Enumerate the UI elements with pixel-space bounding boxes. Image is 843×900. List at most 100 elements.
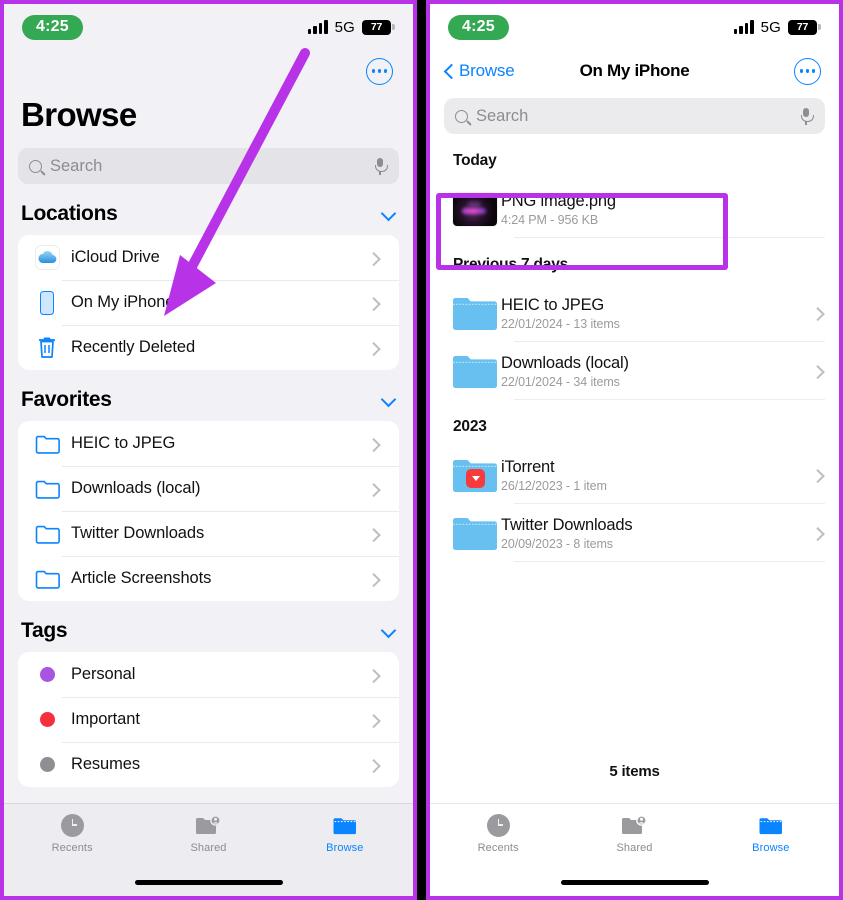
file-row-itorrent[interactable]: iTorrent 26/12/2023 - 1 item [430, 446, 839, 504]
chevron-right-icon [367, 296, 383, 310]
chevron-right-icon [367, 713, 383, 727]
sidebar-item-personal[interactable]: Personal [18, 652, 399, 697]
file-meta: 4:24 PM - 956 KB [501, 212, 599, 227]
tab-label: Shared [190, 842, 227, 854]
sidebar-item-recently-deleted[interactable]: Recently Deleted [18, 325, 399, 370]
folder-icon [32, 479, 62, 499]
left-phone-screen: 4:25 5G 77 Browse Search Locations iClou… [0, 0, 417, 900]
sidebar-item-important[interactable]: Important [18, 697, 399, 742]
left-scroll-area[interactable]: Locations iCloud Drive On My iPhone Rece… [4, 184, 413, 787]
chevron-down-icon[interactable] [382, 208, 395, 221]
tab-browse[interactable]: Browse [277, 812, 413, 854]
section-header-locations[interactable]: Locations [4, 184, 413, 235]
tab-bar-right: Recents Shared Browse [430, 803, 839, 896]
tags-list: Personal Important Resumes [18, 652, 399, 787]
folder-icon [32, 569, 62, 589]
status-indicators: 5G 77 [308, 19, 395, 36]
tab-browse[interactable]: Browse [703, 812, 839, 854]
chevron-right-icon [811, 468, 827, 482]
folder-icon [453, 516, 499, 550]
tab-recents[interactable]: Recents [430, 812, 566, 854]
file-meta: 20/09/2023 - 8 items [501, 536, 613, 551]
sidebar-item-on-my-iphone[interactable]: On My iPhone [18, 280, 399, 325]
search-placeholder: Search [50, 156, 103, 175]
sidebar-item-label: Downloads (local) [71, 479, 201, 497]
sidebar-item-resumes[interactable]: Resumes [18, 742, 399, 787]
file-row-png-image[interactable]: PNG image.png 4:24 PM - 956 KB [430, 180, 839, 238]
folder-icon [32, 434, 62, 454]
chevron-down-icon[interactable] [382, 625, 395, 638]
tab-label: Browse [752, 842, 790, 854]
file-meta: 22/01/2024 - 34 items [501, 374, 620, 389]
sidebar-item-label: Recently Deleted [71, 338, 196, 356]
tag-dot-icon [32, 757, 62, 772]
iphone-icon [32, 290, 62, 315]
folder-icon [32, 524, 62, 544]
file-meta: 26/12/2023 - 1 item [501, 478, 607, 493]
status-bar-left: 4:25 5G 77 [4, 4, 413, 50]
shared-folder-icon [195, 812, 222, 838]
file-row-heic-to-jpeg[interactable]: HEIC to JPEG 22/01/2024 - 13 items [430, 284, 839, 342]
section-header-tags[interactable]: Tags [4, 601, 413, 652]
file-name: PNG image.png [501, 191, 616, 210]
folder-icon [758, 812, 784, 838]
home-indicator[interactable] [560, 879, 709, 885]
clock-icon [60, 812, 84, 838]
group-header-2023: 2023 [453, 418, 487, 435]
chevron-right-icon [811, 306, 827, 320]
file-name: Twitter Downloads [501, 515, 633, 534]
home-indicator[interactable] [134, 879, 283, 885]
chevron-right-icon [367, 572, 383, 586]
chevron-right-icon [811, 364, 827, 378]
sidebar-item-label: Twitter Downloads [71, 524, 205, 542]
trash-glyph [39, 337, 55, 358]
chevron-right-icon [367, 251, 383, 265]
back-button[interactable]: Browse [443, 61, 515, 81]
tab-label: Shared [616, 842, 653, 854]
more-options-icon[interactable] [366, 57, 393, 85]
battery-percent: 77 [796, 21, 809, 33]
shared-folder-icon [621, 812, 648, 838]
status-time: 4:25 [448, 14, 509, 40]
section-header-favorites[interactable]: Favorites [4, 370, 413, 421]
file-name: iTorrent [501, 457, 555, 476]
file-row-downloads-local[interactable]: Downloads (local) 22/01/2024 - 34 items [430, 342, 839, 400]
sidebar-item-twitter-downloads[interactable]: Twitter Downloads [18, 511, 399, 556]
group-header-previous-7-days: Previous 7 days [453, 256, 569, 273]
chevron-left-icon [443, 63, 455, 80]
tab-shared[interactable]: Shared [566, 812, 702, 854]
tab-recents[interactable]: Recents [4, 812, 140, 854]
sidebar-item-downloads-local[interactable]: Downloads (local) [18, 466, 399, 511]
sidebar-item-label: Personal [71, 665, 136, 683]
cloud-glyph [37, 251, 56, 264]
clock-icon [486, 812, 510, 838]
chevron-right-icon [367, 758, 383, 772]
tab-label: Recents [51, 842, 93, 854]
tab-shared[interactable]: Shared [140, 812, 276, 854]
sidebar-item-icloud-drive[interactable]: iCloud Drive [18, 235, 399, 280]
items-count-label: 5 items [609, 763, 660, 780]
sidebar-item-heic-to-jpeg[interactable]: HEIC to JPEG [18, 421, 399, 466]
more-options-icon[interactable] [794, 57, 821, 85]
microphone-icon[interactable] [798, 107, 814, 125]
panel-divider [417, 0, 426, 900]
chevron-right-icon [367, 341, 383, 355]
battery-icon: 77 [788, 19, 821, 35]
microphone-icon[interactable] [372, 157, 388, 175]
file-list[interactable]: Today PNG image.png 4:24 PM - 956 KB Pre… [430, 134, 839, 562]
section-title: Tags [21, 619, 68, 642]
signal-bars-icon [734, 20, 754, 34]
favorites-list: HEIC to JPEG Downloads (local) Twitter D… [18, 421, 399, 601]
group-header-today: Today [453, 152, 497, 169]
chevron-right-icon [367, 668, 383, 682]
sidebar-item-label: Article Screenshots [71, 569, 212, 587]
chevron-right-icon [367, 482, 383, 496]
tag-dot-icon [32, 667, 62, 682]
search-input[interactable]: Search [444, 98, 825, 134]
search-input[interactable]: Search [18, 148, 399, 184]
sidebar-item-article-screenshots[interactable]: Article Screenshots [18, 556, 399, 601]
section-title: Favorites [21, 388, 112, 411]
battery-percent: 77 [370, 21, 383, 33]
file-row-twitter-downloads[interactable]: Twitter Downloads 20/09/2023 - 8 items [430, 504, 839, 562]
chevron-down-icon[interactable] [382, 394, 395, 407]
